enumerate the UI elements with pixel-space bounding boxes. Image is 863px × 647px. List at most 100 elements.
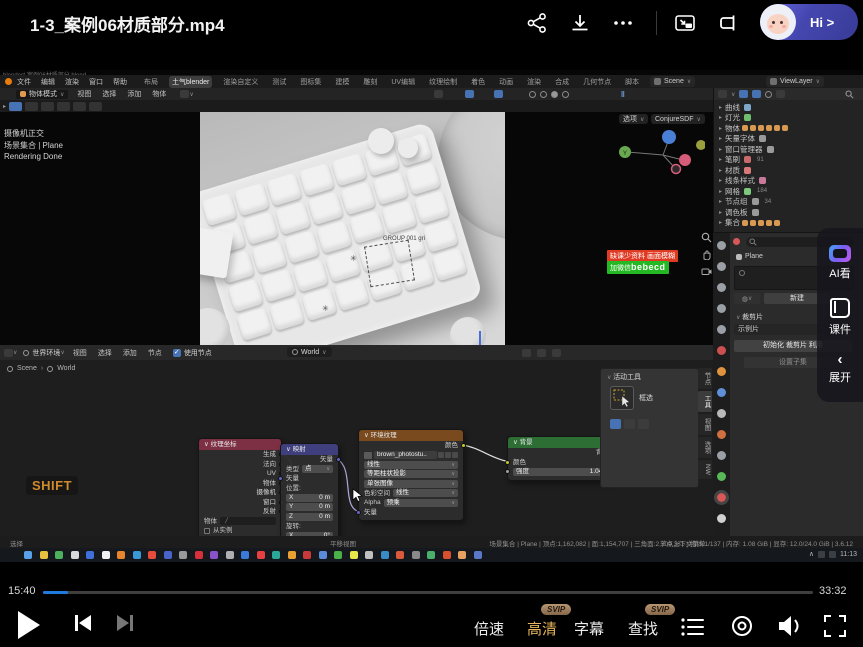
workspace-tab[interactable]: 动画 (496, 76, 516, 88)
taskbar-app-icon[interactable] (24, 551, 32, 559)
taskbar-app-icon[interactable] (396, 551, 404, 559)
node-row-out[interactable]: 物体 (199, 479, 281, 489)
browse-icon[interactable] (445, 452, 451, 458)
display-mode-icon[interactable] (718, 90, 727, 98)
tray-icon[interactable] (829, 551, 836, 558)
taskbar-app-icon[interactable] (365, 551, 373, 559)
workspace-tab[interactable]: 雕刻 (360, 76, 380, 88)
expand-arrow-icon[interactable]: ▸ (719, 219, 722, 226)
expand-arrow-icon[interactable]: ▸ (719, 146, 722, 153)
taskbar-app-icon[interactable] (427, 551, 435, 559)
outliner-row[interactable]: ▸调色板 (714, 207, 863, 218)
input-socket[interactable] (505, 460, 510, 465)
snap-icon[interactable] (537, 349, 546, 357)
taskbar-app-icon[interactable] (71, 551, 79, 559)
select-subtract-mode-icon[interactable] (638, 419, 649, 429)
filter-toggle-icon[interactable] (752, 90, 761, 98)
taskbar-app-icon[interactable] (288, 551, 296, 559)
node-row-drop[interactable]: Alpha预乘∨ (359, 498, 463, 508)
share-icon[interactable] (526, 12, 548, 34)
node-row-out[interactable]: 生成 (199, 450, 281, 460)
object-field[interactable]: ╱ (220, 517, 276, 525)
taskbar-app-icon[interactable] (412, 551, 420, 559)
properties-tab[interactable] (717, 346, 726, 355)
outliner-row[interactable]: ▸矢量字体 (714, 134, 863, 145)
node-header[interactable]: ∨ 背景 (508, 437, 614, 448)
account-button[interactable]: Hi > (760, 4, 858, 40)
pin-icon[interactable] (522, 349, 531, 357)
node-row-drop[interactable]: 类型点∨ (281, 465, 338, 475)
image-icon[interactable] (364, 452, 372, 459)
taskbar-app-icon[interactable] (381, 551, 389, 559)
pen-tool-icon[interactable] (180, 90, 189, 98)
properties-tab[interactable] (717, 430, 726, 439)
input-socket[interactable] (505, 469, 510, 474)
expand-arrow-icon[interactable]: ▸ (719, 188, 722, 195)
node-row-out[interactable]: 颜色 (359, 441, 463, 451)
expand-arrow-icon[interactable]: ▸ (719, 114, 722, 121)
menu-item[interactable]: 窗口 (89, 77, 103, 87)
select-invert-icon[interactable] (73, 102, 86, 111)
outliner-row[interactable]: ▸线条样式 (714, 176, 863, 187)
shader-type-label[interactable]: 世界环境 (32, 348, 60, 358)
select-subtract-icon[interactable] (57, 102, 70, 111)
value-slot[interactable]: 强度1.040 (513, 468, 609, 476)
checkbox-icon[interactable] (204, 528, 210, 534)
properties-tab[interactable] (717, 388, 726, 397)
dock-item-ai[interactable]: AI看 (829, 245, 851, 281)
visibility-icon[interactable] (765, 91, 772, 98)
node-editor-menu-item[interactable]: 添加 (123, 348, 137, 358)
node-header[interactable]: ∨ 映射 (281, 444, 338, 455)
workspace-tab[interactable]: 渲染自定义 (220, 76, 261, 88)
node-header[interactable]: ∨ 环境纹理 (359, 430, 463, 441)
taskbar-app-icon[interactable] (241, 551, 249, 559)
expand-arrow-icon[interactable]: ▸ (719, 209, 722, 216)
node-row-drop[interactable]: 色彩空间线性∨ (359, 489, 463, 499)
taskbar-app-icon[interactable] (133, 551, 141, 559)
dock-item-expand[interactable]: ‹ 展开 (829, 354, 851, 385)
value-slot[interactable]: X0 m (286, 494, 333, 502)
navigation-gizmo[interactable]: Y (615, 120, 705, 190)
outliner-row[interactable]: ▸笔刷91 (714, 155, 863, 166)
box-select-tool-button[interactable] (610, 386, 634, 410)
filter-toggle-icon[interactable] (739, 90, 748, 98)
snap-toggle-icon[interactable] (465, 90, 474, 98)
next-episode-button[interactable] (116, 614, 134, 632)
expand-arrow-icon[interactable]: ▸ (719, 156, 722, 163)
properties-tab[interactable] (717, 241, 726, 250)
output-socket[interactable] (461, 443, 466, 448)
properties-tab[interactable] (717, 514, 726, 523)
taskbar-app-icon[interactable] (195, 551, 203, 559)
shader-node-映射[interactable]: ∨ 映射矢量类型点∨矢量位置:X0 mY0 mZ0 m旋转:X0°Y0°Z264… (280, 443, 339, 536)
taskbar-app-icon[interactable] (272, 551, 280, 559)
output-socket[interactable] (336, 457, 341, 462)
side-tab-视图[interactable]: 视图 (698, 414, 712, 435)
menu-item[interactable]: 渲染 (65, 77, 79, 87)
properties-tab[interactable] (717, 367, 726, 376)
taskbar-app-icon[interactable] (458, 551, 466, 559)
material-dropdown[interactable]: ◍∨ (734, 293, 760, 304)
editor-type-icon[interactable] (4, 349, 13, 357)
properties-tab[interactable] (717, 262, 726, 271)
taskbar-app-icon[interactable] (334, 551, 342, 559)
node-row-out[interactable]: 矢量 (281, 455, 338, 465)
seek-bar[interactable] (43, 591, 813, 594)
side-tab-工具[interactable]: 工具 (698, 391, 712, 412)
taskbar-app-icon[interactable] (117, 551, 125, 559)
panel-title[interactable]: ∨ 活动工具 (601, 369, 698, 382)
node-row-slot[interactable]: X0 m (281, 493, 338, 503)
dropdown-slot[interactable]: 单张图像∨ (364, 480, 458, 488)
select-intersect-icon[interactable] (89, 102, 102, 111)
outliner-row[interactable]: ▸曲线 (714, 102, 863, 113)
world-datablock-selector[interactable]: World ∨ (287, 347, 332, 357)
overlay-icon[interactable] (552, 349, 561, 357)
video-frame[interactable]: blender* 案例06材质部分.blend 文件编辑渲染窗口帮助 布局土气b… (0, 70, 863, 562)
download-icon[interactable] (569, 12, 591, 34)
taskbar-app-icon[interactable] (210, 551, 218, 559)
outliner-row[interactable]: ▸窗口管理器 (714, 144, 863, 155)
node-row-slot[interactable]: Z0 m (281, 512, 338, 522)
properties-tab[interactable] (717, 472, 726, 481)
properties-tab[interactable] (717, 409, 726, 418)
dropdown-slot[interactable]: 点∨ (302, 465, 333, 473)
node-header[interactable]: ∨ 纹理坐标 (199, 439, 281, 450)
